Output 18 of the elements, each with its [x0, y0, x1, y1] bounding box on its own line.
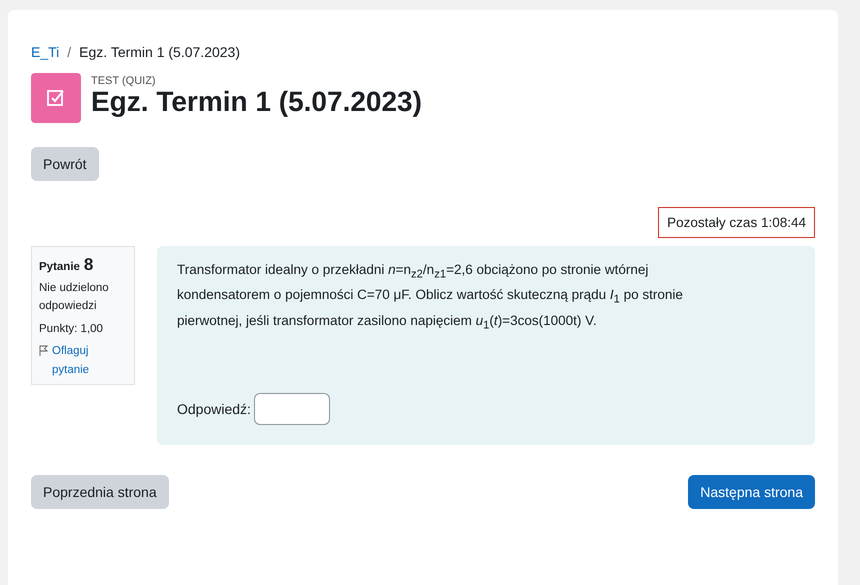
previous-page-button[interactable]: Poprzednia strona [31, 474, 169, 509]
flag-question-link[interactable]: Oflaguj pytanie [52, 342, 127, 379]
quiz-icon [31, 73, 81, 123]
answer-label: Odpowiedź: [177, 400, 251, 417]
breadcrumb-link[interactable]: E_Ti [31, 44, 60, 60]
breadcrumb-separator: / [67, 44, 72, 60]
question-status: Nie udzielono odpowiedzi [39, 281, 110, 314]
question-points: Punkty: 1,00 [39, 322, 104, 337]
answer-field[interactable] [254, 392, 330, 425]
question-label: Pytanie [39, 261, 80, 273]
question-text: Transformator idealny o przekładni n=n$_{z2}$/n$_{z1}$=2,6 obciążono po stronie wtórnej kondensatorem o pojemności C=70 μF. Oblicz wartość skuteczną prądu I$_{1}$ po stronie pierwotnej, jeśli transformator zasilono napięciem u$_{1}$(t)=3cos(1000t) V. [177, 261, 684, 334]
activity-type: TEST (QUIZ) [91, 75, 157, 87]
back-button[interactable]: Powrót [31, 147, 99, 181]
next-page-button[interactable]: Następna strona [688, 474, 815, 509]
timer: Pozostały czas 1:08:44 [658, 207, 815, 238]
question-number: 8 [84, 255, 94, 275]
page-title: Egz. Termin 1 (5.07.2023) [91, 87, 422, 118]
breadcrumb-current: Egz. Termin 1 (5.07.2023) [79, 44, 240, 60]
